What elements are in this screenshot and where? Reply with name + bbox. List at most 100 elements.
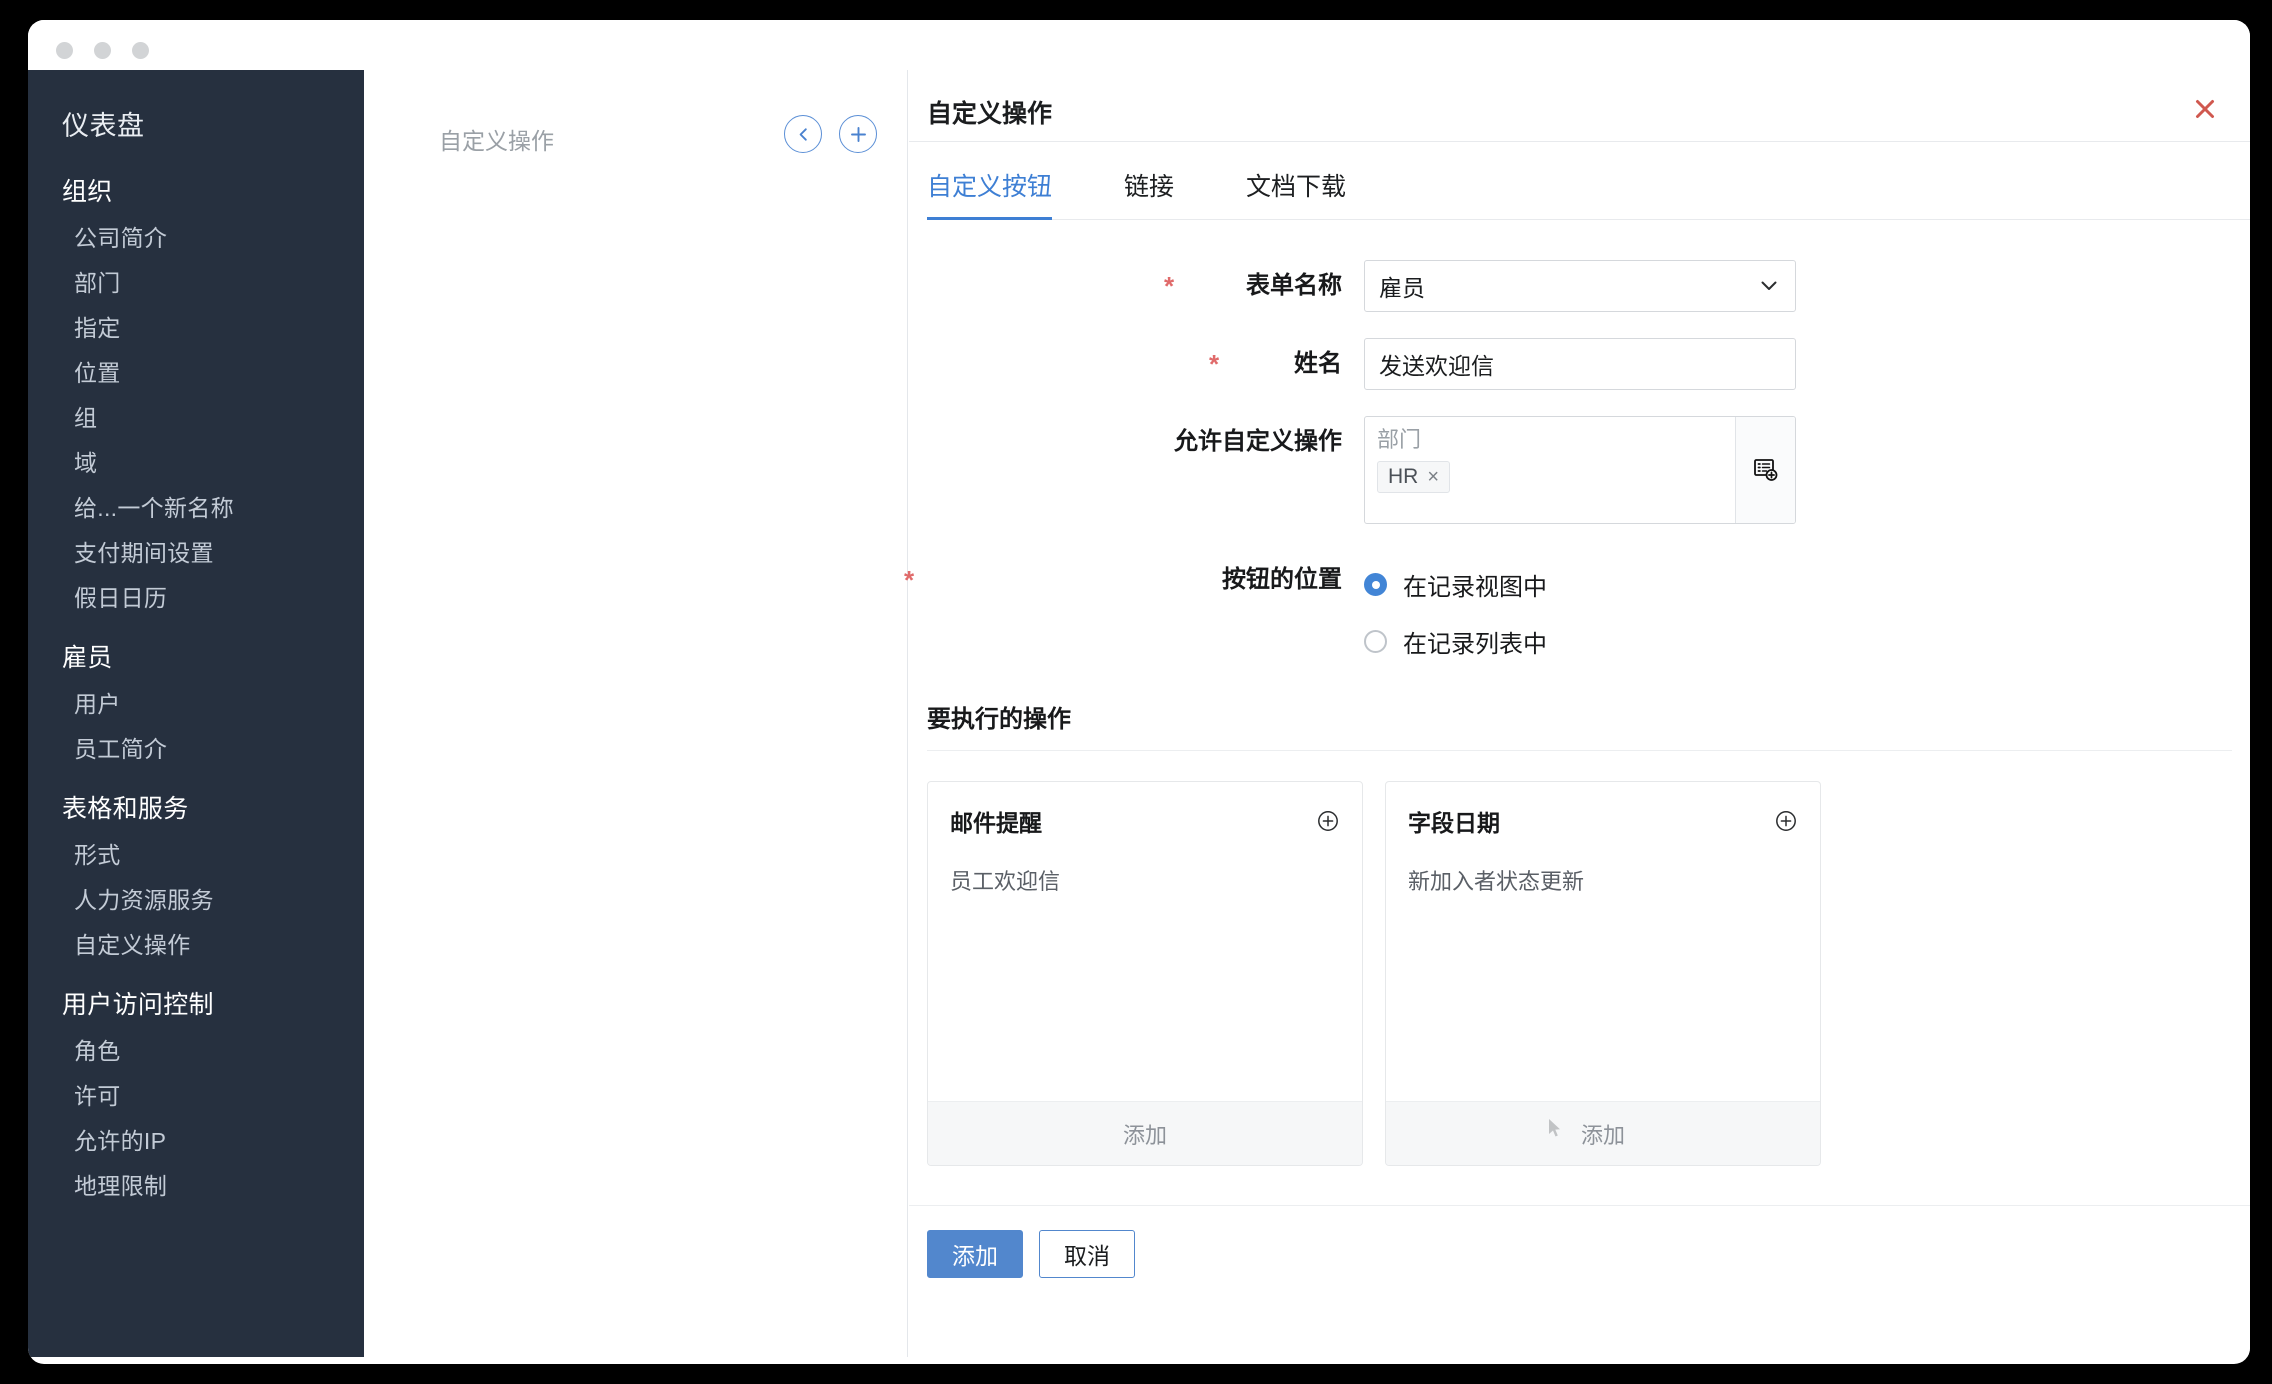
field-control: 雇员 [1364,260,2250,312]
sidebar-group-title: 组织 [28,167,364,214]
add-button[interactable]: 添加 [927,1230,1023,1278]
actions-section-title: 要执行的操作 [927,699,2232,751]
tag-item[interactable]: HR × [1377,461,1450,493]
field-allow-custom-action: 允许自定义操作 部门 HR × [909,416,2250,524]
dialog-footer: 添加 取消 [909,1205,2250,1301]
plus-circle-icon[interactable] [1774,809,1798,833]
sidebar-group-employee: 雇员 用户 员工简介 [28,633,364,770]
tab-link[interactable]: 链接 [1124,167,1174,219]
field-label: 姓名 [1294,350,1342,377]
custom-action-form: * 表单名称 雇员 * 姓名 [909,220,2250,1166]
chevron-left-icon[interactable] [784,115,822,153]
field-label: 按钮的位置 [1222,566,1342,593]
sidebar-item-designation[interactable]: 指定 [28,304,364,349]
list-item[interactable]: 员工欢迎信 [950,864,1340,896]
card-body: 员工欢迎信 [928,838,1362,1101]
tab-custom-button[interactable]: 自定义按钮 [927,167,1052,219]
close-window-dot[interactable] [56,42,73,59]
dialog-header: 自定义操作 [909,70,2250,142]
radio-indicator [1364,573,1387,596]
sidebar-group-user-access-control: 用户访问控制 角色 许可 允许的IP 地理限制 [28,980,364,1207]
close-icon[interactable] [2188,92,2222,126]
field-label-wrapper: * 表单名称 [909,260,1364,312]
required-asterisk: * [1164,260,1174,312]
tag-label: HR [1388,465,1418,489]
field-label-wrapper: * 姓名 [909,338,1364,390]
sidebar-item-domain[interactable]: 域 [28,439,364,484]
card-body: 新加入者状态更新 [1386,838,1820,1101]
plus-circle-icon[interactable] [1316,809,1340,833]
field-form-name: * 表单名称 雇员 [909,260,2250,312]
field-label: 表单名称 [1246,272,1342,299]
sidebar-group-title: 用户访问控制 [28,980,364,1027]
plus-icon[interactable] [839,115,877,153]
list-column: 自定义操作 [364,70,908,1357]
sidebar-item-rename[interactable]: 给...一个新名称 [28,484,364,529]
sidebar-item-custom-actions[interactable]: 自定义操作 [28,921,364,966]
card-add-label: 添加 [1123,1118,1167,1150]
card-header: 邮件提醒 [928,782,1362,838]
radio-indicator [1364,630,1387,653]
sidebar-item-geo-restriction[interactable]: 地理限制 [28,1162,364,1207]
sidebar-item-group[interactable]: 组 [28,394,364,439]
actions-section: 要执行的操作 邮件提醒 员工欢迎信 添加 [927,699,2232,1166]
tag-remove-icon[interactable]: × [1427,466,1439,489]
app-window: 仪表盘 组织 公司简介 部门 指定 位置 组 域 给...一个新名称 支付期间设… [28,20,2250,1364]
action-card-email-alert: 邮件提醒 员工欢迎信 添加 [927,781,1363,1166]
field-control [1364,338,2250,390]
list-item[interactable]: 新加入者状态更新 [1408,864,1798,896]
field-control: 在记录视图中 在记录列表中 [1364,554,2250,681]
sidebar: 仪表盘 组织 公司简介 部门 指定 位置 组 域 给...一个新名称 支付期间设… [28,70,364,1357]
field-button-position: * 按钮的位置 在记录视图中 在记录列表中 [909,554,2250,681]
card-add-label: 添加 [1581,1118,1625,1150]
sidebar-item-roles[interactable]: 角色 [28,1027,364,1072]
field-name: * 姓名 [909,338,2250,390]
required-asterisk: * [1209,338,1219,390]
card-title: 字段日期 [1408,804,1500,838]
sidebar-group-forms-services: 表格和服务 形式 人力资源服务 自定义操作 [28,784,364,966]
maximize-window-dot[interactable] [132,42,149,59]
sidebar-item-forms[interactable]: 形式 [28,831,364,876]
window-titlebar [28,20,2250,70]
dialog-tabs: 自定义按钮 链接 文档下载 [927,142,2250,220]
minimize-window-dot[interactable] [94,42,111,59]
name-input[interactable] [1364,338,1796,390]
sidebar-item-department[interactable]: 部门 [28,259,364,304]
custom-action-dialog: 自定义操作 自定义按钮 链接 文档下载 * 表单名称 雇员 [909,70,2250,1357]
radio-label: 在记录视图中 [1403,567,1547,602]
mouse-cursor-icon [1548,1118,1562,1140]
sidebar-item-holiday-calendar[interactable]: 假日日历 [28,574,364,619]
card-header: 字段日期 [1386,782,1820,838]
window-traffic-lights [56,42,149,59]
department-tag-field[interactable]: 部门 HR × [1364,416,1796,524]
sidebar-item-users[interactable]: 用户 [28,680,364,725]
radio-record-view[interactable]: 在记录视图中 [1364,567,2250,602]
sidebar-item-pay-period-settings[interactable]: 支付期间设置 [28,529,364,574]
cancel-button[interactable]: 取消 [1039,1230,1135,1278]
card-add-footer[interactable]: 添加 [928,1101,1362,1165]
list-column-title: 自定义操作 [439,122,554,156]
tab-document-download[interactable]: 文档下载 [1246,167,1346,219]
sidebar-item-location[interactable]: 位置 [28,349,364,394]
sidebar-item-dashboard[interactable]: 仪表盘 [28,92,364,153]
card-add-footer[interactable]: 添加 [1386,1101,1820,1165]
form-name-select[interactable]: 雇员 [1364,260,1796,312]
field-label-wrapper: * 按钮的位置 [909,554,1364,606]
sidebar-item-allowed-ip[interactable]: 允许的IP [28,1117,364,1162]
radio-record-list[interactable]: 在记录列表中 [1364,624,2250,659]
action-card-field-date: 字段日期 新加入者状态更新 添加 [1385,781,1821,1166]
list-column-toolbar [784,115,877,153]
tag-field-main[interactable]: 部门 HR × [1365,417,1735,523]
radio-label: 在记录列表中 [1403,624,1547,659]
field-label-wrapper: 允许自定义操作 [909,416,1364,468]
sidebar-item-employee-profile[interactable]: 员工简介 [28,725,364,770]
sidebar-item-hr-services[interactable]: 人力资源服务 [28,876,364,921]
sidebar-group-title: 雇员 [28,633,364,680]
card-title: 邮件提醒 [950,804,1042,838]
tag-field-placeholder: 部门 [1377,427,1723,453]
sidebar-item-company-profile[interactable]: 公司简介 [28,214,364,259]
chevron-down-icon [1757,274,1781,304]
list-add-icon[interactable] [1735,417,1795,523]
required-asterisk: * [904,554,914,606]
sidebar-item-permissions[interactable]: 许可 [28,1072,364,1117]
